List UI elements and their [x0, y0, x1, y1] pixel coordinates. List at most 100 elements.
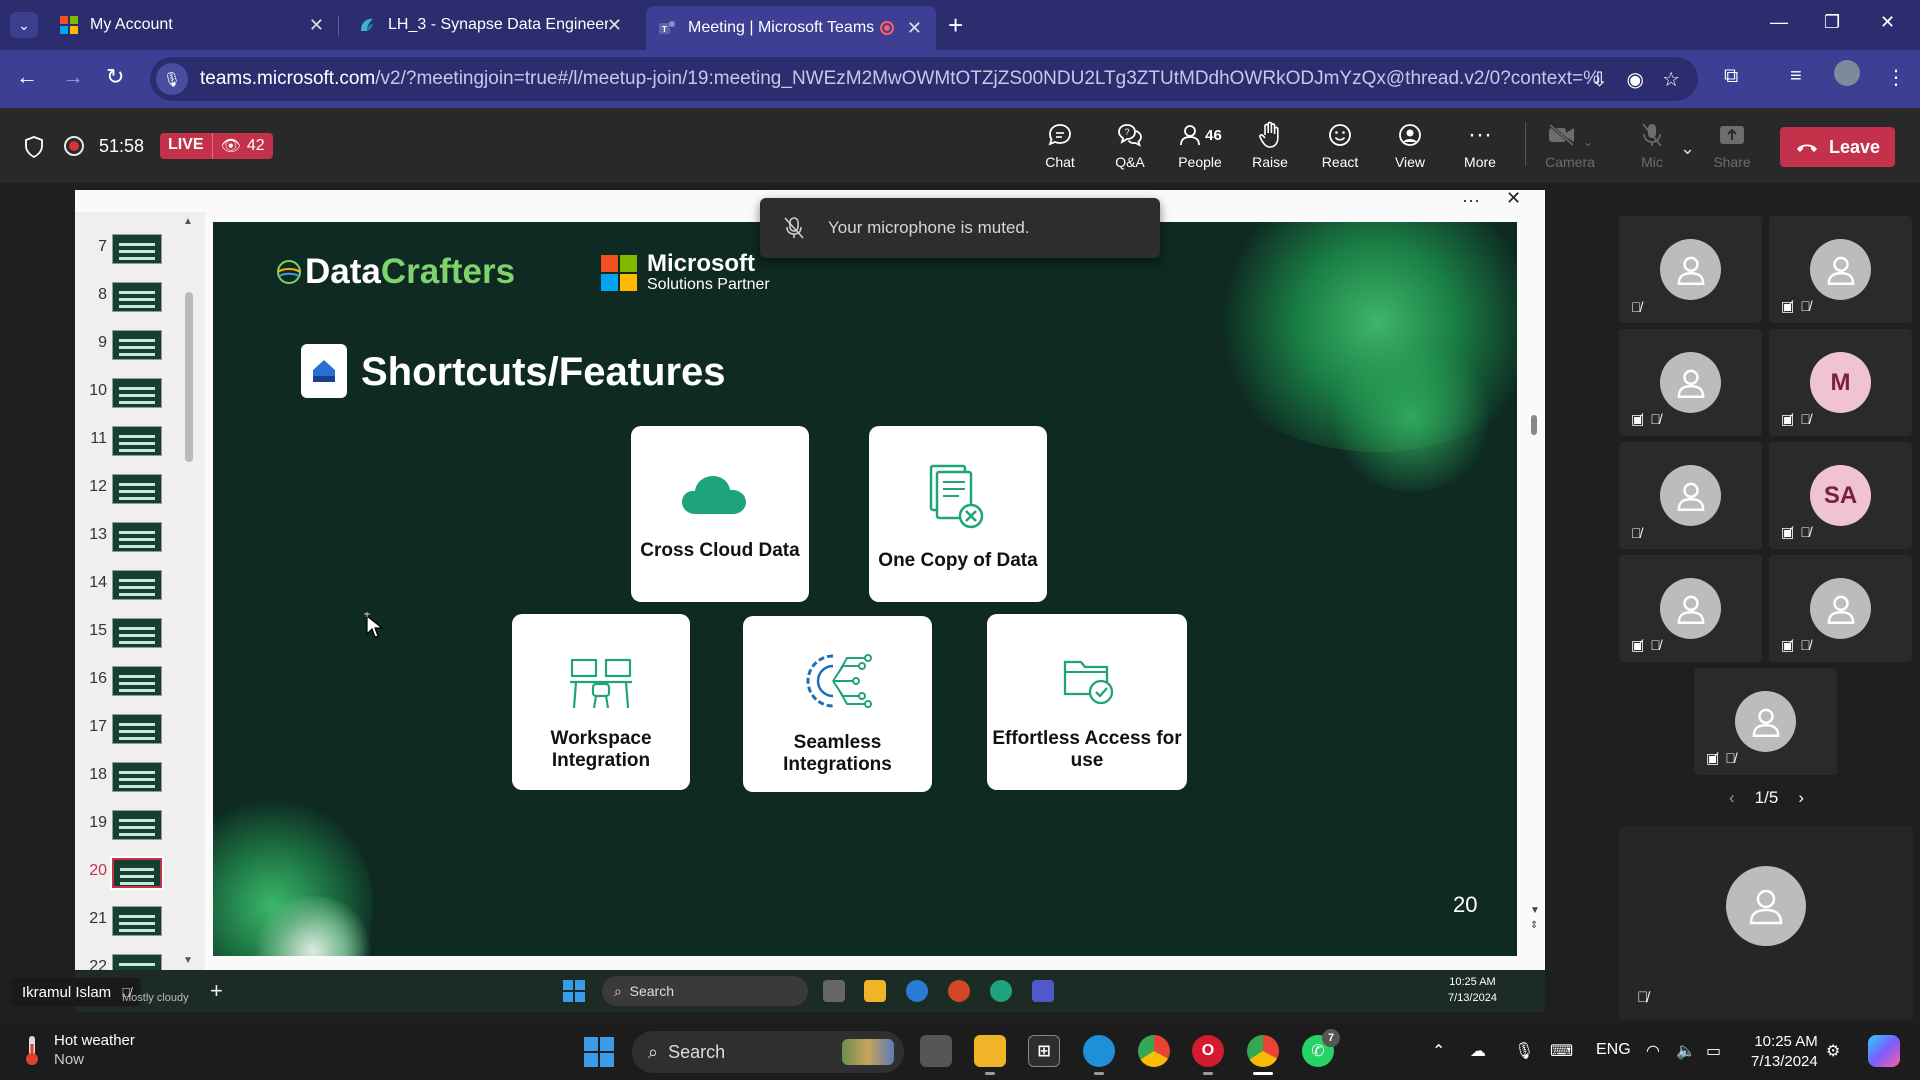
participant-tile[interactable]: ▣̸ 🎙̸ [1619, 329, 1762, 436]
slide-thumbnail[interactable]: 7 [75, 230, 205, 274]
edge-dev-icon [990, 980, 1012, 1002]
browser-menu-icon[interactable]: ⋮ [1886, 65, 1906, 90]
recording-icon[interactable] [64, 136, 84, 156]
task-view-icon[interactable] [920, 1035, 952, 1067]
site-mic-permission-icon[interactable]: 🎙 [156, 63, 188, 95]
camera-off-icon: ⌄ [1540, 120, 1600, 150]
participant-tile[interactable]: SA ▣̸ 🎙̸ [1769, 442, 1912, 549]
close-tab-icon[interactable]: ✕ [607, 15, 622, 36]
view-button[interactable]: View [1380, 120, 1440, 176]
profile-avatar[interactable] [1834, 60, 1860, 86]
new-tab-button[interactable]: + [948, 10, 963, 41]
participant-tile[interactable]: ▣̸ 🎙̸ [1619, 555, 1762, 662]
live-badge[interactable]: LIVE 👁 42 [160, 133, 273, 159]
whatsapp-icon[interactable]: ✆ 7 [1302, 1029, 1340, 1067]
next-page-icon[interactable]: › [1798, 788, 1804, 808]
weather-widget[interactable]: Hot weather Now [22, 1031, 135, 1068]
address-bar[interactable]: 🎙 teams.microsoft.com/v2/?meetingjoin=tr… [150, 57, 1698, 101]
participant-tile[interactable]: ▣̸ 🎙̸ [1769, 555, 1912, 662]
url-text[interactable]: teams.microsoft.com/v2/?meetingjoin=true… [200, 68, 1600, 90]
install-app-icon[interactable]: ⇩ [1591, 67, 1608, 92]
mic-options-chevron-icon[interactable]: ⌄ [1680, 138, 1695, 159]
tab-synapse[interactable]: LH_3 - Synapse Data Engineerin ✕ [346, 8, 636, 42]
close-window-button[interactable]: ✕ [1880, 12, 1895, 33]
microsoft-partner-badge: Microsoft Solutions Partner [601, 252, 770, 294]
eye-icon[interactable]: ◉ [1627, 67, 1644, 92]
minimize-window-button[interactable]: — [1770, 12, 1788, 33]
input-language[interactable]: ENG [1596, 1041, 1631, 1059]
wifi-icon[interactable]: ◠ [1646, 1041, 1660, 1061]
tab-list-dropdown-button[interactable]: ⌄ [10, 12, 38, 38]
notification-bell-icon[interactable]: ⚙ [1826, 1041, 1840, 1061]
volume-icon[interactable]: 🔈 [1676, 1041, 1696, 1061]
windows-start-button[interactable] [584, 1037, 614, 1067]
slide-thumbnail[interactable]: 15 [75, 614, 205, 658]
leave-button[interactable]: Leave [1780, 127, 1895, 167]
chat-button[interactable]: Chat [1030, 120, 1090, 176]
shield-icon[interactable] [24, 136, 44, 158]
copilot-icon[interactable] [1868, 1035, 1900, 1067]
slide-thumbnail[interactable]: 18 [75, 758, 205, 802]
participant-tile[interactable]: 🎙̸ [1619, 442, 1762, 549]
camera-button[interactable]: ⌄ Camera [1540, 120, 1600, 176]
opera-icon[interactable]: O [1192, 1035, 1224, 1075]
thumb-scroll-down-icon[interactable]: ▼ [183, 955, 193, 966]
back-arrow-icon[interactable]: ← [16, 64, 38, 90]
ppt-more-icon[interactable]: ··· [1462, 190, 1480, 211]
bookmark-star-icon[interactable]: ☆ [1662, 67, 1680, 92]
file-explorer-icon[interactable] [974, 1035, 1006, 1075]
mic-button[interactable]: Mic [1622, 120, 1682, 176]
people-button[interactable]: 46 People [1170, 120, 1230, 176]
onedrive-cloud-icon[interactable]: ☁ [1470, 1041, 1486, 1061]
keyboard-icon[interactable]: ⌨ [1550, 1041, 1573, 1061]
chrome-icon[interactable] [1138, 1035, 1170, 1067]
thumb-scrollbar[interactable] [185, 292, 193, 462]
scroll-down-icon[interactable]: ▼ [1530, 905, 1540, 916]
restore-window-button[interactable]: ❐ [1824, 12, 1840, 33]
battery-icon[interactable]: ▭ [1706, 1041, 1721, 1061]
slide-thumbnail[interactable]: 14 [75, 566, 205, 610]
tab-teams-meeting[interactable]: T Meeting | Microsoft Teams ✕ [646, 6, 936, 50]
thumb-scroll-up-icon[interactable]: ▲ [183, 216, 193, 227]
slide-thumbnail[interactable]: 12 [75, 470, 205, 514]
forward-arrow-icon[interactable]: → [62, 64, 84, 90]
extensions-icon[interactable]: ⧉ [1724, 65, 1738, 88]
qa-button[interactable]: ? Q&A [1100, 120, 1160, 176]
tab-my-account[interactable]: My Account ✕ [48, 8, 339, 42]
participant-tile[interactable]: ▣̸ 🎙̸ [1694, 668, 1837, 775]
tile-status-icons: ▣̸ 🎙̸ [1631, 411, 1661, 428]
share-button[interactable]: Share [1702, 120, 1762, 176]
slide-thumbnail[interactable]: 20 [75, 854, 205, 898]
raise-hand-button[interactable]: Raise [1240, 120, 1300, 176]
reload-icon[interactable]: ↻ [106, 64, 124, 90]
previous-page-icon[interactable]: ‹ [1729, 788, 1735, 808]
slide-thumbnail[interactable]: 21 [75, 902, 205, 946]
participant-tile[interactable]: M ▣̸ 🎙̸ [1769, 329, 1912, 436]
slide-thumbnail[interactable]: 17 [75, 710, 205, 754]
microphone-icon[interactable]: 🎙 [1514, 1041, 1534, 1061]
brand-crafters-text: Crafters [380, 252, 516, 291]
slide-thumbnail[interactable]: 13 [75, 518, 205, 562]
show-hidden-icons-chevron-icon[interactable]: ⌃ [1432, 1041, 1445, 1061]
chrome-active-icon[interactable] [1247, 1035, 1279, 1075]
participant-tile[interactable]: ▣̸ 🎙̸ [1769, 216, 1912, 323]
tile-status-icons: ▣̸ 🎙̸ [1781, 411, 1811, 428]
teams-logo-icon: T [659, 21, 675, 34]
system-clock[interactable]: 10:25 AM 7/13/2024 [1751, 1032, 1818, 1072]
ppt-close-icon[interactable]: ✕ [1506, 188, 1521, 209]
media-control-icon[interactable]: ≡ [1790, 65, 1802, 88]
mic-muted-icon: 🎙̸ [1650, 637, 1661, 653]
fit-icon[interactable]: ⇕ [1530, 920, 1538, 931]
edge-icon[interactable] [1083, 1035, 1115, 1075]
close-tab-icon[interactable]: ✕ [907, 18, 922, 39]
slide-thumbnail[interactable]: 19 [75, 806, 205, 850]
react-button[interactable]: React [1310, 120, 1370, 176]
slide-scrollbar[interactable] [1531, 415, 1537, 435]
taskbar-search-box[interactable]: ⌕ Search [632, 1031, 904, 1073]
close-tab-icon[interactable]: ✕ [309, 15, 324, 36]
participant-tile[interactable]: 🎙̸ [1619, 216, 1762, 323]
more-button[interactable]: ··· More [1450, 120, 1510, 176]
slide-thumbnail[interactable]: 16 [75, 662, 205, 706]
microsoft-store-icon[interactable]: ⊞ [1028, 1035, 1060, 1067]
self-video-tile[interactable]: 🎙̸ [1619, 826, 1913, 1020]
